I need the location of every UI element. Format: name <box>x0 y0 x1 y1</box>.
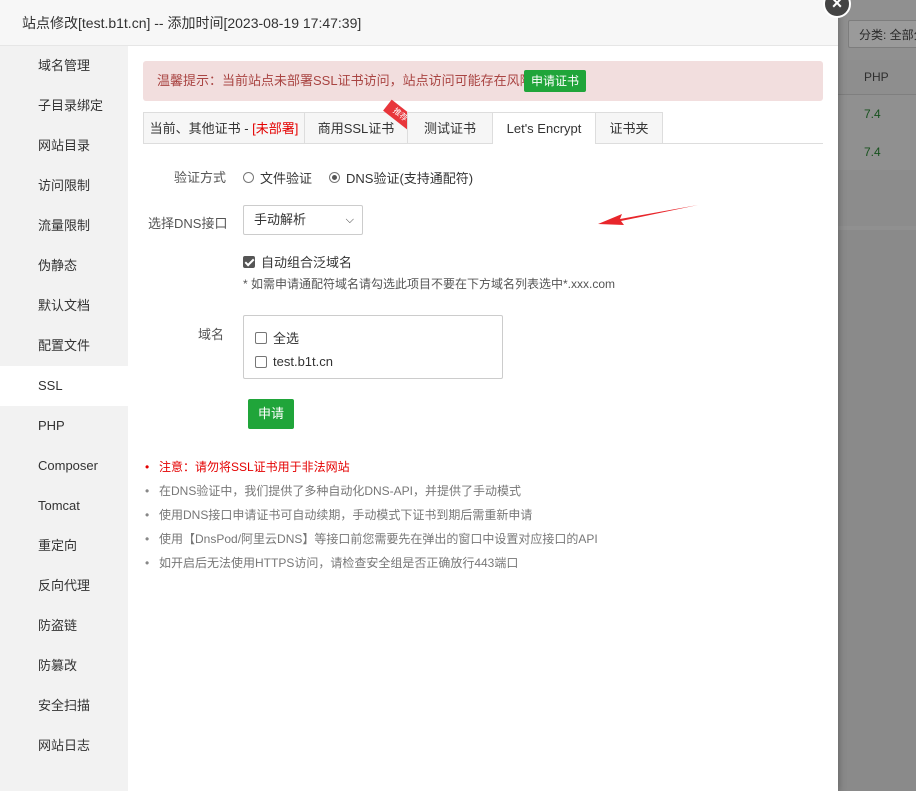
select-all-checkbox[interactable]: 全选 <box>255 328 299 347</box>
checkbox-box <box>243 255 255 268</box>
not-deployed-status: [未部署] <box>252 121 299 136</box>
sidebar-item-php[interactable]: PHP <box>0 406 128 446</box>
tab-lets-encrypt[interactable]: Let's Encrypt <box>492 112 596 144</box>
dns-interface-label: 选择DNS接口 <box>148 216 228 231</box>
sidebar-item-log[interactable]: 网站日志 <box>0 726 128 766</box>
ssl-tabs: 当前、其他证书 - [未部署] 商用SSL证书 推荐 测试证书 Let's En… <box>143 99 823 144</box>
apply-button[interactable]: 申请 <box>248 399 294 429</box>
sidebar-item-config[interactable]: 配置文件 <box>0 326 128 366</box>
tab-label: 商用SSL证书 <box>317 121 395 136</box>
radio-circle <box>329 172 340 183</box>
sidebar-item-site-dir[interactable]: 网站目录 <box>0 126 128 166</box>
notes-list: 注意：请勿将SSL证书用于非法网站 在DNS验证中，我们提供了多种自动化DNS-… <box>144 455 598 575</box>
list-item: 注意：请勿将SSL证书用于非法网站 <box>144 455 598 479</box>
table-header: PHP <box>838 60 916 95</box>
sidebar-item-tamper[interactable]: 防篡改 <box>0 646 128 686</box>
apply-cert-button[interactable]: 申请证书 <box>524 70 587 92</box>
checkbox-label: 自动组合泛域名 <box>261 255 353 270</box>
checkbox-label: 全选 <box>273 331 300 346</box>
sidebar-item-hotlink[interactable]: 防盗链 <box>0 606 128 646</box>
wildcard-hint: * 如需申请通配符域名请勾选此项目不要在下方域名列表选中*.xxx.com <box>243 277 616 291</box>
table-row[interactable]: 7.4 <box>838 95 916 134</box>
dns-interface-select[interactable]: 手动解析 ⌵ <box>243 205 363 235</box>
sidebar-item-default-doc[interactable]: 默认文档 <box>0 286 128 326</box>
sidebar-item-rewrite[interactable]: 伪静态 <box>0 246 128 286</box>
php-column-header: PHP <box>864 70 889 84</box>
annotation-arrow-icon <box>598 205 698 225</box>
file-verify-radio[interactable]: 文件验证 <box>243 168 312 187</box>
tab-current-cert[interactable]: 当前、其他证书 - [未部署] <box>143 112 305 143</box>
php-version-cell[interactable]: 7.4 <box>864 145 881 159</box>
domain-checkbox[interactable]: test.b1t.cn <box>255 354 333 369</box>
sidebar-item-access[interactable]: 访问限制 <box>0 166 128 206</box>
sidebar-item-subdir[interactable]: 子目录绑定 <box>0 86 128 126</box>
tab-label: Let's Encrypt <box>506 121 582 136</box>
radio-label: DNS验证(支持通配符) <box>346 171 474 186</box>
sidebar-item-traffic[interactable]: 流量限制 <box>0 206 128 246</box>
checkbox-label: test.b1t.cn <box>273 354 333 369</box>
domain-list: 全选 test.b1t.cn <box>243 315 503 379</box>
select-value: 手动解析 <box>254 212 307 227</box>
list-item: 使用DNS接口申请证书可自动续期，手动模式下证书到期后需重新申请 <box>144 503 598 527</box>
verify-method-label: 验证方式 <box>174 170 227 185</box>
dns-verify-radio[interactable]: DNS验证(支持通配符) <box>329 168 473 187</box>
tab-label: 测试证书 <box>423 121 476 136</box>
list-item: 在DNS验证中，我们提供了多种自动化DNS-API，并提供了手动模式 <box>144 479 598 503</box>
sidebar-item-composer[interactable]: Composer <box>0 446 128 486</box>
sidebar-item-scan[interactable]: 安全扫描 <box>0 686 128 726</box>
list-item: 使用【DnsPod/阿里云DNS】等接口前您需要先在弹出的窗口中设置对应接口的A… <box>144 527 598 551</box>
table-footer <box>838 170 916 226</box>
php-version-cell[interactable]: 7.4 <box>864 107 881 121</box>
sidebar-item-tomcat[interactable]: Tomcat <box>0 486 128 526</box>
list-item: 如开启后无法使用HTTPS访问，请检查安全组是否正确放行443端口 <box>144 551 598 575</box>
site-edit-modal: 站点修改[test.b1t.cn] -- 添加时间[2023-08-19 17:… <box>0 0 851 791</box>
radio-circle <box>243 172 254 183</box>
modal-title: 站点修改[test.b1t.cn] -- 添加时间[2023-08-19 17:… <box>0 0 838 46</box>
sidebar: 域名管理 子目录绑定 网站目录 访问限制 流量限制 伪静态 默认文档 配置文件 … <box>0 46 128 791</box>
checkbox-box <box>255 355 267 368</box>
sidebar-item-domain[interactable]: 域名管理 <box>0 46 128 86</box>
category-filter[interactable]: 分类: 全部分类 <box>848 20 916 48</box>
ssl-panel: 温馨提示：当前站点未部署SSL证书访问，站点访问可能存在风险。 申请证书 当前、… <box>128 46 838 791</box>
auto-wildcard-checkbox[interactable]: 自动组合泛域名 <box>243 252 352 271</box>
domain-label: 域名 <box>198 327 225 342</box>
radio-label: 文件验证 <box>260 171 313 186</box>
alert-text: 温馨提示：当前站点未部署SSL证书访问，站点访问可能存在风险。 <box>157 73 546 88</box>
sidebar-item-proxy[interactable]: 反向代理 <box>0 566 128 606</box>
checkbox-box <box>255 331 267 344</box>
tab-label: 证书夹 <box>609 121 649 136</box>
sidebar-item-redirect[interactable]: 重定向 <box>0 526 128 566</box>
tab-label: 当前、其他证书 - <box>149 121 253 136</box>
chevron-down-icon: ⌵ <box>345 214 354 226</box>
table-row[interactable]: 7.4 <box>838 133 916 172</box>
tab-test-cert[interactable]: 测试证书 <box>407 112 493 143</box>
tab-cert-folder[interactable]: 证书夹 <box>595 112 663 143</box>
warning-alert: 温馨提示：当前站点未部署SSL证书访问，站点访问可能存在风险。 申请证书 <box>143 61 823 101</box>
sidebar-item-ssl[interactable]: SSL <box>0 366 128 406</box>
